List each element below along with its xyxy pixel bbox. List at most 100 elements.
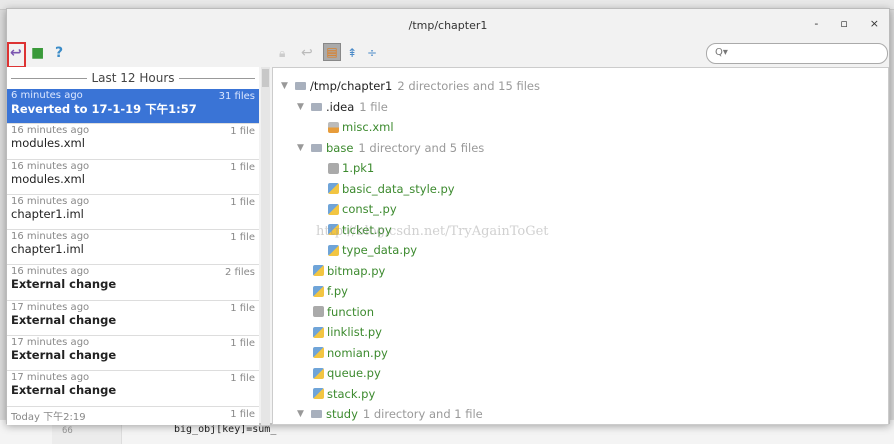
create-patch-icon[interactable]: ■: [31, 45, 44, 61]
node-name: misc.xml: [342, 120, 394, 134]
entry-description: modules.xml: [11, 136, 85, 151]
entry-file-count: 1 file: [230, 126, 255, 138]
node-name: const_.py: [342, 202, 397, 216]
history-entry[interactable]: Today 下午2:19 1 file: [7, 407, 259, 425]
entry-file-count: 1 file: [230, 338, 255, 350]
tree-file[interactable]: type_data.py: [328, 240, 417, 260]
folder-icon: [295, 82, 306, 90]
entry-time: 16 minutes ago: [11, 266, 90, 278]
history-entry[interactable]: 17 minutes ago 1 file External change: [7, 336, 259, 372]
tree-directory[interactable]: ▼ .idea 1 file: [297, 97, 388, 117]
tree-file[interactable]: queue.py: [313, 363, 381, 383]
node-name: .idea: [326, 99, 355, 114]
tree-file[interactable]: nomian.py: [313, 343, 388, 363]
history-group-header: Last 12 Hours: [7, 67, 259, 89]
expand-arrow-icon[interactable]: ▼: [297, 102, 311, 112]
history-entry[interactable]: 16 minutes ago 1 file modules.xml: [7, 124, 259, 160]
py-file-icon: [313, 347, 324, 358]
history-list: Last 12 Hours 6 minutes ago 31 files Rever…: [7, 67, 259, 425]
entry-file-count: 1 file: [230, 161, 255, 173]
collapse-all-icon[interactable]: ÷: [367, 45, 377, 61]
folder-icon: [311, 410, 322, 418]
close-button[interactable]: ×: [870, 17, 879, 30]
toolbar: ↩ ■ ? 🔒︎ ↩ ▤ ⇞ ÷ Q▾: [7, 41, 889, 68]
py-file-icon: [328, 203, 339, 215]
entry-description: chapter1.iml: [11, 206, 84, 221]
history-entry[interactable]: 16 minutes ago 2 files External change: [7, 265, 259, 301]
entry-file-count: 1 file: [230, 408, 255, 420]
py-file-icon: [328, 244, 339, 256]
history-entry[interactable]: 16 minutes ago 1 file modules.xml: [7, 160, 259, 195]
py-file-icon: [328, 183, 339, 194]
help-icon[interactable]: ?: [55, 45, 63, 61]
py-file-icon: [313, 285, 324, 297]
lock-icon[interactable]: 🔒︎: [279, 45, 285, 61]
entry-file-count: 1 file: [230, 302, 255, 314]
tree-file[interactable]: stack.py: [313, 384, 375, 404]
watermark: http://blog.csdn.net/TryAgainToGet: [316, 224, 549, 239]
history-entry[interactable]: 17 minutes ago 1 file External change: [7, 301, 259, 337]
tree-file[interactable]: const_.py: [328, 199, 397, 219]
history-entry[interactable]: 17 minutes ago 1 file External change: [7, 371, 259, 407]
entry-file-count: 1 file: [230, 196, 255, 208]
node-name: bitmap.py: [327, 263, 386, 278]
tree-file[interactable]: function: [313, 302, 374, 322]
tree-file[interactable]: 1.pk1: [328, 158, 374, 178]
tree-file[interactable]: misc.xml: [328, 117, 394, 137]
revert-selection-icon[interactable]: ↩: [301, 45, 313, 61]
node-summary: 1 directory and 1 file: [362, 407, 483, 421]
node-name: study: [326, 407, 358, 421]
entry-file-count: 2 files: [225, 267, 255, 279]
history-entry[interactable]: 6 minutes ago 31 files Reverted to 17-1-19…: [7, 89, 259, 125]
revert-icon[interactable]: ↩: [10, 45, 22, 61]
folder-icon: [311, 102, 322, 111]
tree-directory[interactable]: ▼ base 1 directory and 5 files: [297, 138, 484, 158]
show-diff-icon[interactable]: ▤: [323, 43, 341, 61]
entry-file-count: 31 files: [218, 91, 255, 102]
tree-directory[interactable]: ▼ study 1 directory and 1 file: [297, 404, 483, 424]
expand-arrow-icon[interactable]: ▼: [297, 409, 311, 419]
generic-file-icon: [328, 162, 339, 174]
expand-arrow-icon[interactable]: ▼: [297, 143, 311, 153]
py-file-icon: [313, 265, 324, 276]
node-name: type_data.py: [342, 243, 418, 257]
history-entry[interactable]: 16 minutes ago 1 file chapter1.iml: [7, 195, 259, 231]
maximize-button[interactable]: ▫: [840, 17, 847, 30]
node-summary: 2 directories and 15 files: [397, 79, 540, 93]
node-name: nomian.py: [327, 345, 388, 360]
entry-time: 17 minutes ago: [11, 301, 90, 313]
entry-time: 17 minutes ago: [11, 337, 90, 349]
node-name: 1.pk1: [342, 161, 375, 175]
node-summary: 1 directory and 5 files: [358, 140, 485, 155]
entry-description: Reverted to 17-1-19 下午1:57: [11, 102, 197, 116]
tree-file[interactable]: linklist.py: [313, 322, 382, 342]
tree-file[interactable]: bitmap.py: [313, 261, 385, 281]
generic-file-icon: [313, 306, 324, 317]
node-name: f.py: [327, 284, 348, 298]
py-file-icon: [313, 326, 324, 338]
local-history-dialog: /tmp/chapter1 - ▫ × ↩ ■ ? 🔒︎ ↩ ▤ ⇞ ÷ Q▾ …: [6, 8, 890, 425]
tree-file[interactable]: basic_data_style.py: [328, 179, 455, 199]
expand-all-icon[interactable]: ⇞: [347, 45, 357, 61]
entry-description: External change: [11, 277, 117, 292]
entry-time: 16 minutes ago: [11, 125, 90, 137]
history-entry[interactable]: 16 minutes ago 1 file chapter1.iml: [7, 230, 259, 266]
expand-arrow-icon[interactable]: ▼: [281, 81, 295, 91]
xml-file-icon: [328, 121, 339, 133]
tree-file[interactable]: f.py: [313, 281, 348, 301]
minimize-button[interactable]: -: [814, 17, 818, 30]
splitter-scrollbar[interactable]: [261, 67, 270, 425]
window-title: /tmp/chapter1: [408, 18, 488, 32]
search-input[interactable]: Q▾: [706, 43, 888, 64]
entry-time: 16 minutes ago: [11, 195, 90, 207]
entry-file-count: 1 file: [230, 373, 255, 385]
tree-directory[interactable]: ▼ /tmp/chapter1 2 directories and 15 files: [281, 76, 540, 96]
entry-time: Today 下午2:19: [11, 411, 86, 423]
node-name: base: [326, 140, 354, 155]
entry-time: 17 minutes ago: [11, 372, 90, 384]
entry-description: External change: [11, 348, 117, 363]
entry-description: External change: [11, 383, 117, 398]
search-icon: Q▾: [715, 47, 728, 58]
node-name: function: [327, 304, 374, 319]
node-name: basic_data_style.py: [342, 181, 455, 196]
